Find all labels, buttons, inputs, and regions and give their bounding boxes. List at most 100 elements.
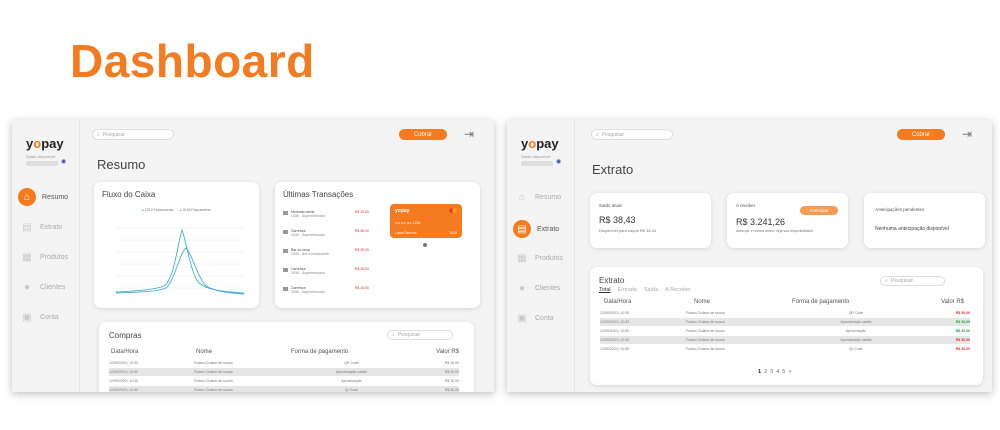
transaction-row[interactable]: Carrefour 1536 - Supermercado R$ 15,00	[283, 267, 369, 279]
search-icon: ⌕	[596, 131, 599, 138]
search-input[interactable]: ⌕ Pesquisar	[92, 129, 174, 140]
eye-icon[interactable]: ◉	[61, 159, 67, 165]
home-icon: ⌂	[18, 188, 36, 206]
mastercard-icon	[449, 208, 457, 213]
fluxo-caixa-card: Fluxo do Caixa ● 2019 Faturamento ● 2018…	[94, 182, 259, 308]
table-row[interactable]: 12/09/2020 | 10:30 Fulano Ciclano de souz…	[600, 345, 970, 353]
extrato-search-input[interactable]: ⌕ Pesquisar	[880, 276, 945, 286]
search-icon: ⌕	[97, 131, 100, 138]
table-row[interactable]: 12/09/2020 | 10:30 Fulano Ciclano de souz…	[109, 377, 459, 385]
saldo-hidden-bar	[521, 161, 553, 166]
saldo-value: R$ 38,43	[599, 215, 636, 225]
sidebar-item-clientes[interactable]: ● Clientes	[20, 280, 65, 294]
users-icon: ●	[23, 281, 31, 293]
sidebar: yopay Saldo disponível ◉ ⌂ Resumo ▤ Extr…	[507, 120, 575, 392]
table-row[interactable]: 12/09/2020 | 10:30 Fulano Ciclano de souz…	[600, 318, 970, 326]
sidebar-item-extrato[interactable]: ▤ Extrato	[513, 220, 559, 238]
card-icon	[283, 268, 288, 272]
section-title: Resumo	[97, 157, 146, 172]
sidebar-item-resumo[interactable]: ⌂ Resumo	[18, 188, 68, 206]
card-icon	[283, 287, 288, 291]
credit-card[interactable]: yopay •••• •••• •••• 1234 Lucas Recordo …	[390, 204, 462, 238]
extrato-screen: yopay Saldo disponível ◉ ⌂ Resumo ▤ Extr…	[507, 120, 992, 392]
tab-a-receber[interactable]: A Receber	[665, 287, 691, 293]
page-1[interactable]: 1	[758, 369, 761, 375]
extrato-tabs: Total Entrada Saída A Receber	[599, 287, 691, 293]
page-title: Dashboard	[70, 35, 315, 87]
transaction-row[interactable]: Carrefour 1536 - Supermercado R$ 15,00	[283, 286, 369, 298]
compras-card: Compras ⌕ Pesquisar Data/Hora Nome Forma…	[99, 322, 474, 392]
antecipar-button[interactable]: Antecipar	[800, 206, 838, 215]
page-4[interactable]: 4	[776, 369, 779, 375]
table-row[interactable]: 12/09/2020 | 10:30 Fulano Ciclano de souz…	[600, 327, 970, 335]
card-holder: Lucas Recordo	[395, 231, 417, 235]
card-expiry: 11/24	[449, 231, 457, 235]
extrato-card: Extrato ⌕ Pesquisar Total Entrada Saída …	[590, 267, 983, 385]
sidebar-item-produtos[interactable]: ▦ Produtos	[20, 250, 68, 264]
a-receber-card: A receber Antecipar R$ 3.241,26 Antecipe…	[727, 193, 848, 248]
receber-value: R$ 3.241,26	[736, 217, 786, 227]
store-icon: ▣	[22, 311, 32, 323]
card-icon	[283, 230, 288, 234]
sidebar-item-produtos[interactable]: ▦ Produtos	[515, 251, 563, 265]
section-title: Extrato	[592, 162, 634, 177]
next-page-icon[interactable]: »	[788, 369, 791, 375]
receipt-icon: ▤	[513, 220, 531, 238]
sidebar-item-clientes[interactable]: ● Clientes	[515, 281, 560, 295]
transaction-row[interactable]: Carrefour 1536 - Supermercado R$ 36,00	[283, 229, 369, 241]
cobrar-button[interactable]: Cobrar	[897, 129, 945, 140]
page-2[interactable]: 2	[764, 369, 767, 375]
saldo-atual-card: Saldo atual R$ 38,43 Disponível para saq…	[590, 193, 711, 248]
saldo-hidden-bar	[26, 161, 58, 166]
search-icon: ⌕	[885, 278, 888, 284]
store-icon: ▣	[517, 312, 527, 324]
sidebar-item-extrato[interactable]: ▤ Extrato	[20, 220, 62, 234]
box-icon: ▦	[22, 251, 32, 263]
search-icon: ⌕	[392, 332, 395, 338]
table-row[interactable]: 12/09/2020 | 10:30 Fulano Ciclano de souz…	[109, 359, 459, 367]
page-3[interactable]: 3	[770, 369, 773, 375]
sidebar: yopay Saldo disponível ◉ ⌂ Resumo ▤ Extr…	[12, 120, 80, 392]
box-icon: ▦	[517, 252, 527, 264]
card-icon	[283, 211, 288, 215]
card-title: Últimas Transações	[283, 190, 354, 199]
transaction-row[interactable]: Bar do zeca 1536 - Bar e restaurante R$ 3…	[283, 248, 369, 260]
table-header: Data/Hora Nome Forma de pagamento Valor …	[604, 299, 964, 305]
home-icon: ⌂	[518, 191, 526, 203]
eye-icon[interactable]: ◉	[556, 159, 562, 165]
antecipacoes-card: Antecipações pendentes Nenhuma antecipaç…	[864, 193, 985, 248]
table-row[interactable]: 12/09/2020 | 10:30 Fulano Ciclano de souz…	[600, 309, 970, 317]
tab-entrada[interactable]: Entrada	[618, 287, 637, 293]
page-5[interactable]: 5	[782, 369, 785, 375]
pagination: 1 2 3 4 5 »	[758, 369, 791, 375]
card-brand: yopay	[395, 208, 410, 214]
search-input[interactable]: ⌕ Pesquisar	[591, 129, 673, 140]
card-title: Extrato	[599, 276, 625, 285]
carousel-dot[interactable]	[423, 243, 427, 247]
table-row[interactable]: 12/09/2020 | 10:30 Fulano Ciclano de souz…	[600, 336, 970, 344]
card-title: Compras	[109, 331, 142, 340]
table-row[interactable]: 12/09/2020 | 10:30 Fulano Ciclano de souz…	[109, 368, 459, 376]
saldo-label: Saldo disponível	[26, 154, 56, 159]
table-row[interactable]: 12/09/2020 | 10:30 Fulano Ciclano de souz…	[109, 386, 459, 392]
resumo-screen: yopay Saldo disponível ◉ ⌂ Resumo ▤ Extr…	[12, 120, 494, 392]
compras-search-input[interactable]: ⌕ Pesquisar	[387, 330, 453, 340]
users-icon: ●	[518, 282, 526, 294]
logo: yopay	[521, 136, 559, 151]
receipt-icon: ▤	[22, 221, 32, 233]
sidebar-item-resumo[interactable]: ⌂ Resumo	[515, 190, 561, 204]
tab-total[interactable]: Total	[599, 287, 611, 293]
logout-icon[interactable]: ⇥	[464, 128, 478, 140]
sidebar-item-conta[interactable]: ▣ Conta	[20, 310, 58, 324]
sidebar-item-conta[interactable]: ▣ Conta	[515, 311, 553, 325]
logo: yopay	[26, 136, 64, 151]
table-header: Data/Hora Nome Forma de pagamento Valor …	[111, 349, 459, 355]
logout-icon[interactable]: ⇥	[962, 128, 976, 140]
transaction-row[interactable]: Mercado verde 1536 - Supermercado R$ 15,0…	[283, 210, 369, 222]
card-number: •••• •••• •••• 1234	[395, 221, 421, 225]
saldo-label: Saldo disponível	[521, 154, 551, 159]
fluxo-chart	[115, 227, 245, 295]
card-icon	[283, 249, 288, 253]
tab-saida[interactable]: Saída	[644, 287, 658, 293]
cobrar-button[interactable]: Cobrar	[399, 129, 447, 140]
